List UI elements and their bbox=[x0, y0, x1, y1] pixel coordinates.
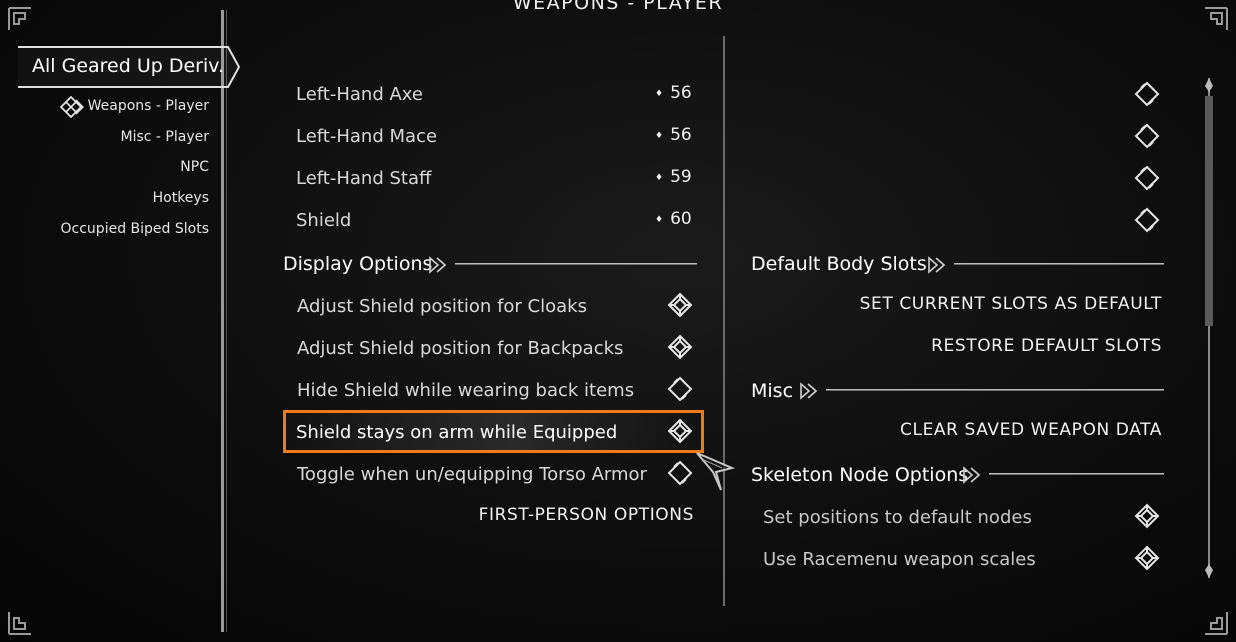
toggle-label: Shield stays on arm while Equipped bbox=[296, 422, 618, 443]
toggle-label: Hide Shield while wearing back items bbox=[297, 380, 635, 401]
section-header-skeleton-node-options: Skeleton Node Options bbox=[751, 464, 969, 486]
sidebar-divider bbox=[221, 10, 224, 632]
section-header-misc: Misc bbox=[751, 380, 794, 402]
selected-page-icon bbox=[60, 96, 84, 118]
checkbox-checked-icon[interactable] bbox=[1134, 503, 1160, 529]
slider-label: Left-Hand Mace bbox=[296, 126, 438, 147]
slider-label: Left-Hand Staff bbox=[296, 168, 432, 189]
checkbox-checked-icon[interactable] bbox=[667, 292, 693, 318]
section-divider-line bbox=[826, 389, 1164, 391]
restore-default-slots-button[interactable]: RESTORE DEFAULT SLOTS bbox=[760, 336, 1162, 356]
checkbox-unchecked-icon[interactable] bbox=[1134, 207, 1160, 233]
scrollbar-thumb[interactable] bbox=[1205, 96, 1213, 326]
checkbox-unchecked-icon[interactable] bbox=[1134, 123, 1160, 149]
section-divider-line bbox=[954, 263, 1164, 265]
corner-ornament-icon bbox=[1201, 608, 1231, 638]
slider-label: Left-Hand Axe bbox=[296, 84, 423, 105]
header-ornament-icon bbox=[799, 381, 829, 401]
toggle-label: Set positions to default nodes bbox=[763, 507, 1032, 528]
set-current-slots-default-button[interactable]: SET CURRENT SLOTS AS DEFAULT bbox=[760, 294, 1162, 314]
mouse-cursor-icon bbox=[696, 452, 736, 491]
checkbox-unchecked-icon[interactable] bbox=[1134, 165, 1160, 191]
toggle-label: Adjust Shield position for Cloaks bbox=[297, 296, 587, 317]
checkbox-unchecked-icon[interactable] bbox=[667, 376, 693, 402]
toggle-label: Toggle when un/equipping Torso Armor bbox=[297, 464, 647, 485]
checkbox-checked-icon[interactable] bbox=[667, 334, 693, 360]
sidebar-item-misc-player[interactable]: Misc - Player bbox=[121, 129, 209, 145]
page-title: WEAPONS - PLAYER bbox=[512, 0, 724, 14]
corner-ornament-icon bbox=[1201, 4, 1231, 34]
slider-value: ♦ 56 bbox=[655, 125, 692, 145]
toggle-label: Adjust Shield position for Backpacks bbox=[297, 338, 624, 359]
mod-name-tab[interactable]: All Geared Up Deriv. bbox=[32, 55, 224, 77]
slider-label: Shield bbox=[296, 210, 352, 231]
checkbox-checked-icon[interactable] bbox=[667, 418, 693, 444]
column-divider bbox=[723, 36, 725, 606]
section-header-default-body-slots: Default Body Slots bbox=[751, 253, 927, 275]
section-divider-line bbox=[989, 473, 1164, 475]
sidebar-item-occupied-biped-slots[interactable]: Occupied Biped Slots bbox=[61, 221, 209, 237]
header-ornament-icon bbox=[962, 465, 992, 485]
checkbox-unchecked-icon[interactable] bbox=[1134, 81, 1160, 107]
section-divider-line bbox=[455, 263, 697, 265]
header-ornament-icon bbox=[927, 255, 957, 275]
sidebar-item-hotkeys[interactable]: Hotkeys bbox=[153, 190, 209, 206]
sidebar-item-npc[interactable]: NPC bbox=[180, 159, 209, 175]
section-header-display-options: Display Options bbox=[283, 253, 433, 275]
checkbox-unchecked-icon[interactable] bbox=[667, 460, 693, 486]
corner-ornament-icon bbox=[5, 608, 35, 638]
slider-value: ♦ 60 bbox=[655, 209, 692, 229]
first-person-options-button[interactable]: FIRST-PERSON OPTIONS bbox=[420, 505, 694, 525]
sidebar-item-weapons-player[interactable]: Weapons - Player bbox=[88, 98, 209, 114]
toggle-label: Use Racemenu weapon scales bbox=[763, 549, 1036, 570]
slider-value: ♦ 56 bbox=[655, 83, 692, 103]
slider-value: ♦ 59 bbox=[655, 167, 692, 187]
checkbox-checked-icon[interactable] bbox=[1134, 545, 1160, 571]
corner-ornament-icon bbox=[5, 4, 35, 34]
sidebar-divider-inner bbox=[226, 10, 227, 632]
clear-saved-weapon-data-button[interactable]: CLEAR SAVED WEAPON DATA bbox=[760, 420, 1162, 440]
header-ornament-icon bbox=[428, 255, 458, 275]
